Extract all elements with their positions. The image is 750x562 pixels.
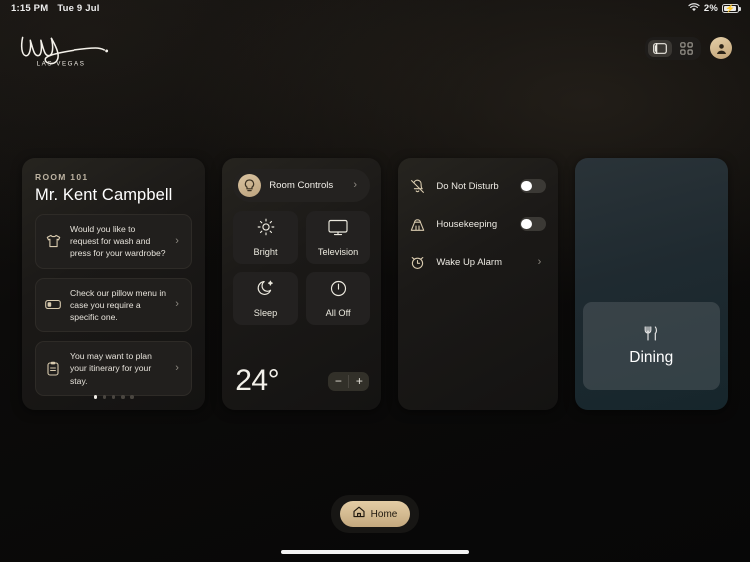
housekeeping-icon [410, 217, 425, 232]
page-dot-4[interactable] [120, 395, 125, 399]
room-controls-label: Room Controls [269, 180, 334, 191]
row-housekeeping-label: Housekeeping [436, 218, 498, 230]
tshirt-icon [45, 233, 61, 249]
home-button-label: Home [370, 508, 398, 520]
row-do-not-disturb-label: Do Not Disturb [436, 180, 499, 192]
suggestion-laundry-text: Would you like to request for wash and p… [70, 224, 166, 259]
home-bar-container: Home [330, 495, 420, 533]
battery-charging-icon: ⚡ [722, 4, 741, 13]
chevron-right-icon: › [175, 298, 179, 311]
wifi-icon [688, 2, 700, 15]
chevron-right-icon: › [537, 255, 542, 268]
alarm-clock-icon [410, 255, 425, 270]
room-controls-header[interactable]: Room Controls › [233, 169, 371, 202]
tile-sleep[interactable]: Sleep [233, 272, 298, 325]
home-button[interactable]: Home [339, 501, 411, 527]
bell-slash-icon [410, 179, 425, 194]
guest-card: ROOM 101 Mr. Kent Campbell Would you lik… [22, 158, 206, 410]
housekeeping-toggle[interactable] [519, 217, 546, 231]
page-dot-3[interactable] [111, 395, 116, 399]
split-view-icon[interactable] [648, 39, 672, 57]
temperature-decrease-button[interactable]: − [328, 372, 348, 391]
temperature-value: 24° [235, 364, 280, 397]
clipboard-icon [45, 361, 61, 377]
battery-percent: 2% [703, 3, 718, 14]
row-wake-up-alarm[interactable]: Wake Up Alarm › [410, 248, 545, 276]
tile-bright[interactable]: Bright [233, 211, 298, 264]
do-not-disturb-toggle[interactable] [519, 179, 546, 193]
status-bar: 1:15 PM Tue 9 Jul 2% ⚡ [0, 0, 750, 17]
pillow-icon [45, 297, 61, 313]
page-dot-1[interactable] [93, 395, 98, 399]
temperature-stepper[interactable]: − + [328, 371, 370, 391]
services-card: Do Not Disturb Housekeeping Wake Up Alar… [398, 158, 558, 410]
home-icon [353, 505, 365, 523]
temperature-increase-button[interactable]: + [349, 372, 369, 391]
view-mode-segmented-control[interactable] [645, 36, 701, 60]
tile-television-label: Television [317, 246, 359, 257]
status-bar-right: 2% ⚡ [688, 2, 741, 15]
home-bar: Home [0, 495, 750, 533]
room-number-label: ROOM 101 [35, 172, 89, 182]
dashboard-cards: ROOM 101 Mr. Kent Campbell Would you lik… [0, 158, 750, 410]
sun-icon [257, 218, 275, 241]
wynn-logo: LAS VEGAS [14, 25, 110, 71]
status-time: 1:15 PM [11, 3, 49, 14]
status-date: Tue 9 Jul [57, 3, 100, 14]
page-dot-5[interactable] [130, 395, 134, 399]
suggestion-laundry[interactable]: Would you like to request for wash and p… [35, 214, 193, 269]
moon-stars-icon [257, 279, 275, 302]
profile-avatar-icon[interactable] [710, 37, 732, 59]
logo-subtitle: LAS VEGAS [37, 60, 86, 67]
power-icon [330, 280, 347, 302]
dining-panel[interactable]: Dining [582, 302, 720, 390]
suggestion-pillow-text: Check our pillow menu in case you requir… [70, 287, 167, 323]
row-wake-up-alarm-label: Wake Up Alarm [436, 256, 503, 268]
tile-all-off[interactable]: All Off [305, 272, 371, 325]
app-header: LAS VEGAS [0, 17, 750, 79]
suggestion-itinerary[interactable]: You may want to plan your itinerary for … [35, 341, 193, 396]
chevron-right-icon: › [175, 234, 179, 247]
grid-view-icon[interactable] [674, 40, 698, 57]
chevron-right-icon: › [175, 362, 179, 375]
header-controls [645, 36, 732, 60]
dining-card[interactable]: Dining [574, 158, 728, 410]
tile-sleep-label: Sleep [253, 308, 278, 318]
fork-knife-icon [644, 325, 658, 346]
temperature-control: 24° − + [235, 364, 370, 397]
page-dot-2[interactable] [102, 395, 107, 399]
room-control-tiles: Bright Television Sleep All Off [233, 211, 371, 325]
row-do-not-disturb[interactable]: Do Not Disturb [410, 172, 546, 200]
status-bar-left: 1:15 PM Tue 9 Jul [11, 3, 100, 14]
suggestion-pillow[interactable]: Check our pillow menu in case you requir… [35, 277, 193, 333]
tile-television[interactable]: Television [305, 211, 371, 264]
page-indicator-dots[interactable] [22, 395, 205, 399]
guest-name: Mr. Kent Campbell [35, 186, 173, 204]
tile-bright-label: Bright [253, 247, 278, 257]
room-controls-card: Room Controls › Bright Television Sleep … [222, 158, 382, 410]
row-housekeeping[interactable]: Housekeeping [410, 210, 546, 238]
lightbulb-icon [238, 174, 262, 197]
home-indicator[interactable] [281, 550, 469, 554]
tile-all-off-label: All Off [325, 307, 351, 318]
chevron-right-icon: › [353, 179, 358, 191]
dining-label: Dining [629, 348, 674, 366]
suggestion-itinerary-text: You may want to plan your itinerary for … [70, 351, 152, 386]
television-icon [328, 219, 348, 241]
